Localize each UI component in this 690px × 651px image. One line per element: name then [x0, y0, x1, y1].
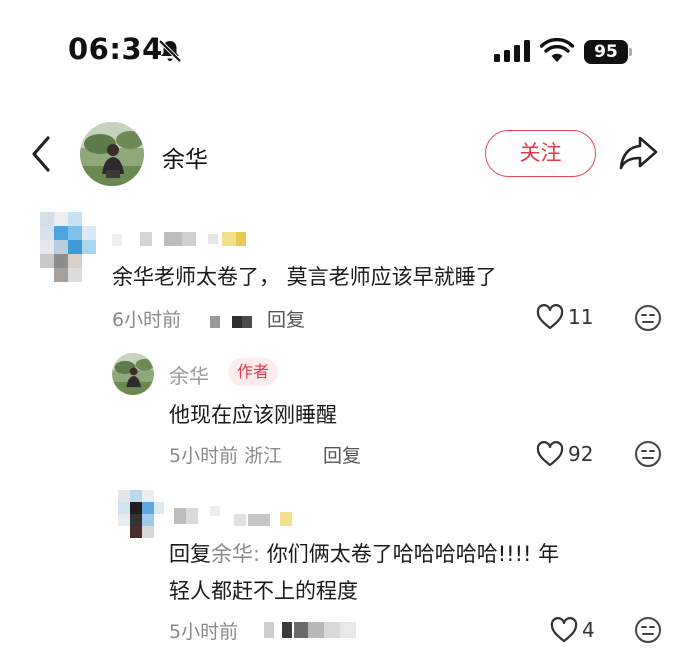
heart-icon	[536, 441, 564, 467]
reply2-meta-redacted	[264, 618, 368, 642]
comment-text: 余华老师太卷了， 莫言老师应该早就睡了	[112, 265, 497, 289]
share-arrow-icon[interactable]	[618, 132, 660, 172]
wifi-icon	[540, 38, 574, 62]
reply-author-name[interactable]: 余华	[169, 360, 209, 389]
comment-location-redacted	[210, 312, 254, 330]
battery-cap	[629, 48, 632, 56]
reply-commenter-username-redacted[interactable]	[174, 506, 298, 528]
reply2-like-count: 4	[582, 618, 595, 642]
comment-like-button[interactable]: 11	[536, 302, 593, 332]
author-avatar[interactable]	[80, 122, 144, 186]
battery-level: 95	[584, 40, 628, 64]
comment-like-count: 11	[568, 305, 594, 329]
heart-icon	[536, 304, 564, 330]
comment-time: 6小时前	[112, 309, 182, 331]
reply2-text-line1: 回复余华: 你们俩太卷了哈哈哈哈哈!!!! 年	[169, 538, 559, 568]
signal-icon	[494, 40, 530, 62]
reply2-text: 你们俩太卷了哈哈哈哈哈!!!! 年	[260, 542, 560, 566]
battery-icon: 95	[584, 40, 632, 64]
follow-button[interactable]: 关注	[485, 130, 596, 177]
reply-commenter-avatar[interactable]	[118, 490, 164, 538]
back-arrow-icon[interactable]	[26, 134, 60, 174]
reply-like-count: 92	[568, 442, 594, 466]
status-time: 06:34	[68, 32, 163, 66]
reply2-text-line2: 轻人都赶不上的程度	[169, 579, 358, 603]
author-name[interactable]: 余华	[162, 140, 208, 174]
reply2-time: 5小时前	[169, 621, 239, 643]
reply-author-avatar[interactable]	[112, 353, 154, 395]
reply-text: 他现在应该刚睡醒	[169, 403, 337, 427]
reply2-prefix: 回复	[169, 542, 211, 566]
emoji-icon[interactable]	[634, 616, 662, 644]
heart-icon	[550, 617, 578, 643]
emoji-icon[interactable]	[634, 304, 662, 332]
bell-slash-icon	[158, 39, 182, 63]
reply-time-location: 5小时前 浙江	[169, 445, 283, 467]
emoji-icon[interactable]	[634, 440, 662, 468]
reply-reply-button[interactable]: 回复	[323, 441, 361, 468]
reply2-like-button[interactable]: 4	[550, 615, 595, 645]
reply2-mention[interactable]: 余华:	[211, 542, 260, 566]
commenter-avatar[interactable]	[34, 212, 96, 282]
reply-like-button[interactable]: 92	[536, 439, 593, 469]
author-badge: 作者	[228, 358, 279, 386]
commenter-username-redacted[interactable]	[112, 232, 252, 248]
comment-reply-button[interactable]: 回复	[267, 305, 305, 332]
status-bar: 06:34 95	[0, 0, 690, 100]
